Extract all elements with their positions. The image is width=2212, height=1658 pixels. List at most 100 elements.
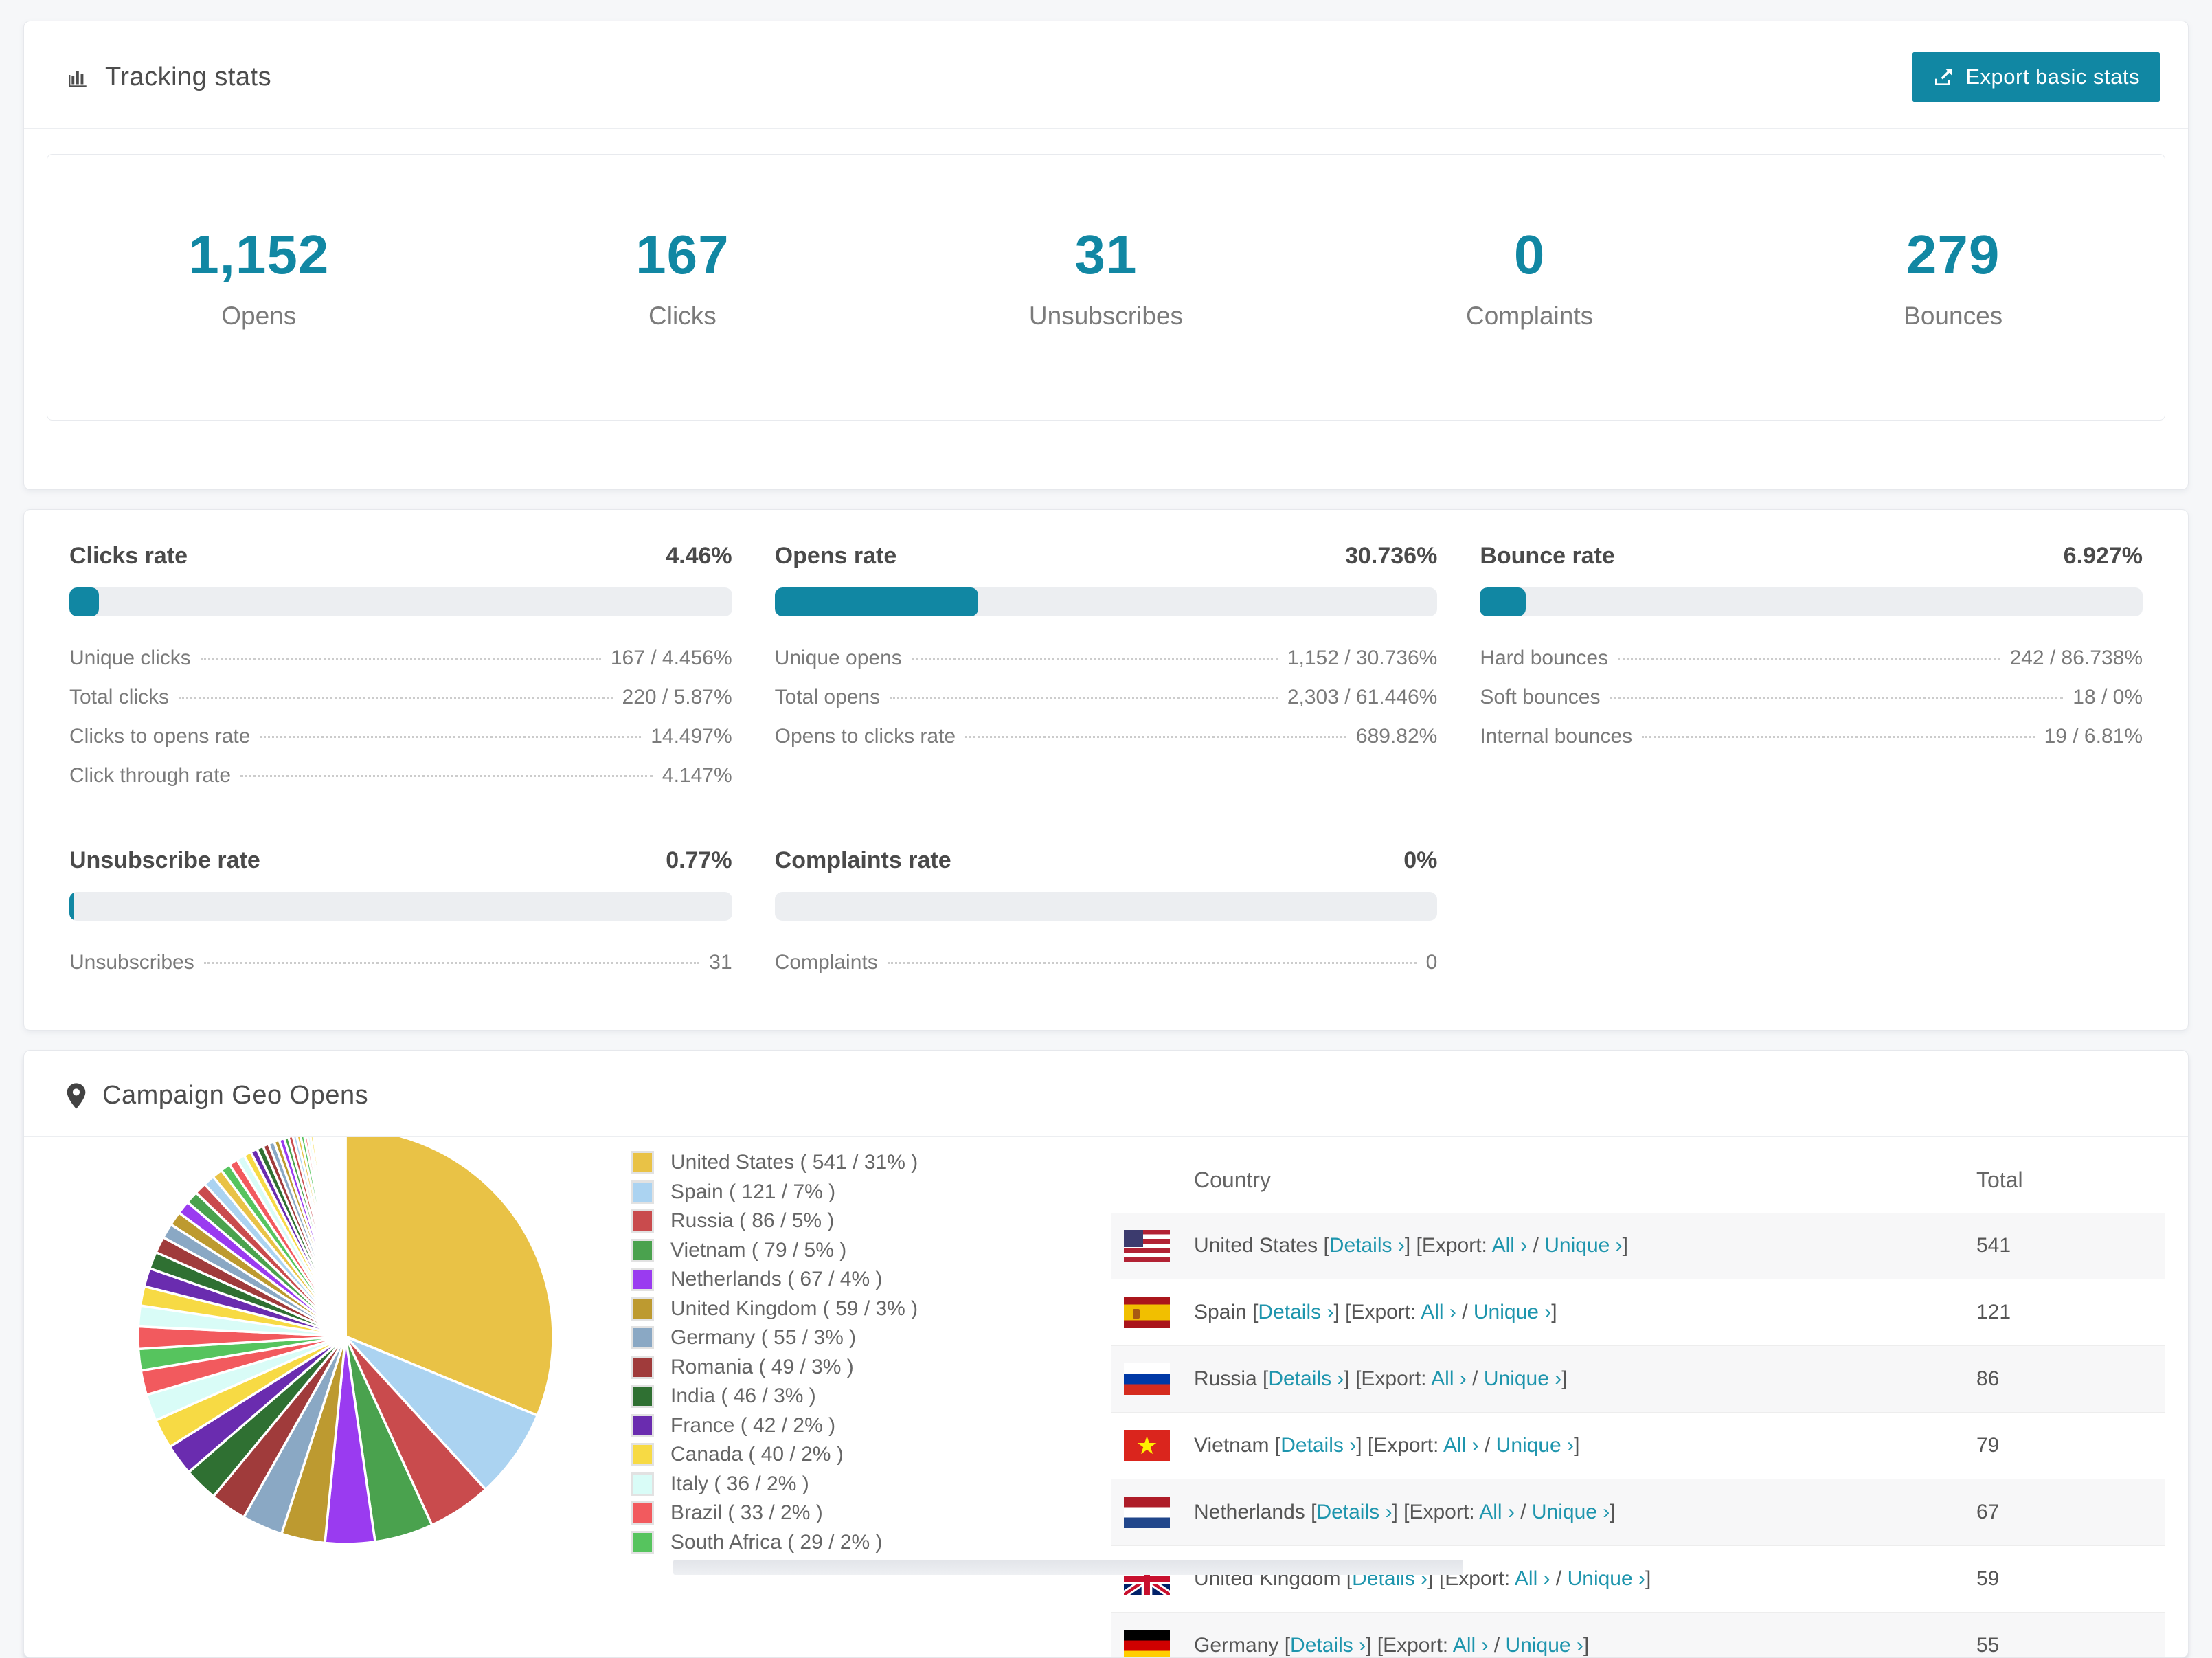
legend-swatch bbox=[631, 1151, 654, 1175]
export-all-link[interactable]: All › bbox=[1443, 1434, 1479, 1457]
dotted-leader bbox=[1642, 736, 2035, 738]
country-name: Vietnam bbox=[1194, 1434, 1269, 1457]
legend-swatch bbox=[631, 1413, 654, 1437]
legend-item: India ( 46 / 3% ) bbox=[631, 1382, 1111, 1411]
rate-rows: Unique opens 1,152 / 30.736% Total opens… bbox=[775, 647, 1438, 764]
export-basic-stats-button[interactable]: Export basic stats bbox=[1912, 52, 2160, 102]
details-link[interactable]: Details › bbox=[1290, 1634, 1366, 1657]
geo-body: United States ( 541 / 31% ) Spain ( 121 … bbox=[24, 1137, 2188, 1657]
export-unique-link[interactable]: Unique › bbox=[1496, 1434, 1574, 1457]
stat-value: 0 bbox=[1513, 224, 1546, 285]
rate-progress-bar bbox=[69, 587, 732, 616]
total-cell: 86 bbox=[1976, 1367, 2000, 1390]
legend-item: France ( 42 / 2% ) bbox=[631, 1411, 1111, 1441]
detail-label: Opens to clicks rate bbox=[774, 725, 956, 748]
legend-swatch bbox=[631, 1385, 654, 1409]
rate-detail-row: Click through rate 4.147% bbox=[69, 764, 732, 803]
rate-value: 4.46% bbox=[666, 543, 732, 569]
dotted-leader bbox=[965, 736, 1346, 738]
detail-value: 689.82% bbox=[1355, 725, 1438, 748]
map-pin-icon bbox=[67, 1082, 86, 1109]
geo-table-rows: United States [Details ›] [Export: All ›… bbox=[1111, 1213, 2165, 1657]
rate-detail-row: Internal bounces 19 / 6.81% bbox=[1480, 725, 2143, 764]
export-unique-link[interactable]: Unique › bbox=[1532, 1501, 1610, 1523]
rate-detail-row: Soft bounces 18 / 0% bbox=[1480, 686, 2143, 725]
legend-item: Netherlands ( 67 / 4% ) bbox=[631, 1265, 1111, 1295]
dotted-leader bbox=[1610, 697, 2064, 699]
export-all-link[interactable]: All › bbox=[1431, 1367, 1467, 1390]
dotted-leader bbox=[1618, 658, 2000, 660]
rate-block: Complaints rate 0% Complaints 0 bbox=[774, 847, 1438, 990]
dotted-leader bbox=[200, 658, 601, 660]
export-button-label: Export basic stats bbox=[1965, 65, 2140, 89]
rate-title: Complaints rate bbox=[774, 847, 951, 873]
export-unique-link[interactable]: Unique › bbox=[1544, 1234, 1622, 1257]
details-link[interactable]: Details › bbox=[1258, 1301, 1333, 1323]
country-cell: United States [Details ›] [Export: All ›… bbox=[1194, 1234, 1628, 1257]
total-cell: 59 bbox=[1976, 1567, 2000, 1590]
rate-progress-bar bbox=[69, 892, 732, 921]
rate-detail-row: Complaints 0 bbox=[775, 951, 1438, 990]
stat-cell: 1,152 Opens bbox=[47, 155, 471, 420]
rate-value: 6.927% bbox=[2063, 543, 2143, 569]
country-flag-cell bbox=[1111, 1630, 1194, 1657]
legend-label: Netherlands ( 67 / 4% ) bbox=[670, 1268, 883, 1291]
export-all-link[interactable]: All › bbox=[1492, 1234, 1528, 1257]
table-row: ★ Vietnam [Details ›] [Export: All › / U… bbox=[1111, 1413, 2165, 1479]
rate-rows: Unique clicks 167 / 4.456% Total clicks … bbox=[69, 647, 732, 803]
details-link[interactable]: Details › bbox=[1280, 1434, 1356, 1457]
geo-title-text: Campaign Geo Opens bbox=[102, 1081, 369, 1110]
detail-value: 19 / 6.81% bbox=[2044, 725, 2143, 748]
rate-head: Complaints rate 0% bbox=[775, 847, 1438, 874]
dotted-leader bbox=[240, 775, 653, 777]
export-unique-link[interactable]: Unique › bbox=[1506, 1634, 1583, 1657]
dotted-leader bbox=[260, 736, 642, 738]
rate-head: Bounce rate 6.927% bbox=[1480, 543, 2143, 570]
export-unique-link[interactable]: Unique › bbox=[1568, 1567, 1645, 1590]
legend-label: United States ( 541 / 31% ) bbox=[670, 1151, 918, 1174]
table-row: Russia [Details ›] [Export: All › / Uniq… bbox=[1111, 1346, 2165, 1413]
country-name: United States bbox=[1194, 1234, 1318, 1257]
details-link[interactable]: Details › bbox=[1268, 1367, 1344, 1390]
details-link[interactable]: Details › bbox=[1316, 1501, 1392, 1523]
export-all-link[interactable]: All › bbox=[1515, 1567, 1550, 1590]
detail-value: 167 / 4.456% bbox=[610, 647, 732, 669]
export-all-link[interactable]: All › bbox=[1479, 1501, 1515, 1523]
country-cell: Vietnam [Details ›] [Export: All › / Uni… bbox=[1194, 1434, 1580, 1457]
detail-label: Total opens bbox=[774, 686, 881, 708]
export-all-link[interactable]: All › bbox=[1453, 1634, 1489, 1657]
flag-es-icon bbox=[1124, 1297, 1170, 1328]
table-row: Netherlands [Details ›] [Export: All › /… bbox=[1111, 1479, 2165, 1546]
details-link[interactable]: Details › bbox=[1329, 1234, 1405, 1257]
flag-us-icon bbox=[1124, 1230, 1170, 1262]
legend-swatch bbox=[631, 1472, 654, 1496]
dotted-leader bbox=[911, 658, 1278, 660]
legend-label: Russia ( 86 / 5% ) bbox=[670, 1209, 835, 1233]
export-unique-link[interactable]: Unique › bbox=[1474, 1301, 1551, 1323]
country-cell: Spain [Details ›] [Export: All › / Uniqu… bbox=[1194, 1301, 1557, 1323]
rate-rows: Complaints 0 bbox=[775, 951, 1438, 990]
rate-rows: Hard bounces 242 / 86.738% Soft bounces … bbox=[1480, 647, 2143, 764]
rate-head: Clicks rate 4.46% bbox=[69, 543, 732, 570]
total-cell: 55 bbox=[1976, 1634, 2000, 1657]
legend-label: Germany ( 55 / 3% ) bbox=[670, 1326, 857, 1349]
legend-swatch bbox=[631, 1326, 654, 1350]
legend-swatch bbox=[631, 1501, 654, 1525]
rate-rows: Unsubscribes 31 bbox=[69, 951, 732, 990]
legend-label: South Africa ( 29 / 2% ) bbox=[670, 1530, 883, 1554]
export-unique-link[interactable]: Unique › bbox=[1484, 1367, 1561, 1390]
legend-item: Brazil ( 33 / 2% ) bbox=[631, 1499, 1111, 1528]
rate-detail-row: Unsubscribes 31 bbox=[69, 951, 732, 990]
rate-detail-row: Clicks to opens rate 14.497% bbox=[69, 725, 732, 764]
legend-swatch bbox=[631, 1238, 654, 1262]
tracking-stats-header: Tracking stats Export basic stats bbox=[24, 21, 2188, 129]
country-cell: Russia [Details ›] [Export: All › / Uniq… bbox=[1194, 1367, 1568, 1390]
rate-detail-row: Opens to clicks rate 689.82% bbox=[775, 725, 1438, 764]
geo-title: Campaign Geo Opens bbox=[65, 1081, 368, 1110]
detail-label: Unique opens bbox=[774, 647, 902, 669]
country-name: Russia bbox=[1194, 1367, 1257, 1390]
export-all-link[interactable]: All › bbox=[1421, 1301, 1456, 1323]
detail-label: Complaints bbox=[774, 951, 878, 974]
legend-item: South Africa ( 29 / 2% ) bbox=[631, 1528, 1111, 1558]
flag-nl-icon bbox=[1124, 1497, 1170, 1528]
